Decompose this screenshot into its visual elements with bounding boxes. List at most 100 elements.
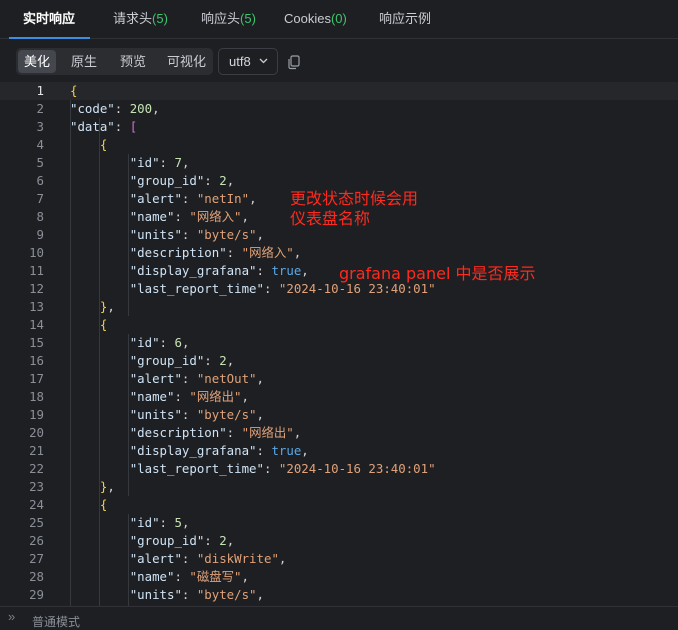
code-line: 4 {: [0, 136, 678, 154]
code-text: },: [99, 479, 115, 494]
tab-label: 响应头: [201, 11, 241, 26]
line-number: 22: [29, 461, 44, 476]
code-text: "id": 5,: [129, 515, 190, 530]
tab-count: (5): [240, 11, 256, 26]
line-number: 15: [29, 335, 44, 350]
line-number: 23: [29, 479, 44, 494]
view-preview-button[interactable]: 预览: [114, 50, 152, 73]
code-text: "data": [: [70, 119, 138, 134]
code-line: 14 {: [0, 316, 678, 334]
code-text: "description": "网络入",: [129, 245, 302, 260]
line-number: 2: [36, 101, 44, 116]
code-text: "description": "网络出",: [129, 425, 302, 440]
editor-scrollbar[interactable]: [670, 84, 676, 602]
code-text: "name": "磁盘写",: [129, 569, 249, 584]
line-number: 7: [36, 191, 44, 206]
line-number: 19: [29, 407, 44, 422]
status-bar: » 普通模式: [0, 606, 678, 629]
code-line: 28 "name": "磁盘写",: [0, 568, 678, 586]
code-text: "alert": "netOut",: [129, 371, 264, 386]
editor-mode: 普通模式: [32, 615, 81, 629]
annotation-name-note: 更改状态时候会用 仪表盘名称: [290, 189, 418, 229]
view-visualize-button[interactable]: 可视化: [162, 50, 211, 73]
encoding-select[interactable]: utf8: [218, 48, 278, 75]
annotation-line: 更改状态时候会用: [290, 189, 419, 208]
line-number: 3: [36, 119, 44, 134]
code-line: 2 "code": 200,: [0, 100, 678, 118]
code-line: 22 "last_report_time": "2024-10-16 23:40…: [0, 460, 678, 478]
code-text: "group_id": 2,: [129, 533, 235, 548]
code-text: "units": "byte/s",: [129, 227, 264, 242]
line-number: 8: [36, 209, 44, 224]
code-text: "units": "byte/s",: [129, 407, 264, 422]
encoding-value: utf8: [229, 54, 251, 69]
code-text: "name": "网络出",: [129, 389, 249, 404]
response-tabs: 实时响应 请求头(5) 响应头(5) Cookies(0) 响应示例: [0, 0, 678, 39]
tab-count: (5): [152, 11, 168, 26]
code-text: "group_id": 2,: [129, 353, 235, 368]
line-number: 12: [29, 281, 44, 296]
copy-icon[interactable]: [286, 54, 302, 70]
line-number: 9: [36, 227, 44, 242]
line-number: 14: [29, 317, 44, 332]
view-raw-button[interactable]: 原生: [65, 50, 103, 73]
code-text: "display_grafana": true,: [129, 263, 309, 278]
line-number: 18: [29, 389, 44, 404]
line-number: 26: [29, 533, 44, 548]
line-number: 11: [29, 263, 44, 278]
line-number: 13: [29, 299, 44, 314]
code-line: 10 "description": "网络入",: [0, 244, 678, 262]
code-line: 17 "alert": "netOut",: [0, 370, 678, 388]
code-text: },: [99, 299, 115, 314]
code-line: 21 "display_grafana": true,: [0, 442, 678, 460]
code-text: {: [99, 497, 108, 512]
tab-response-headers[interactable]: 响应头(5): [201, 0, 256, 38]
code-line: 16 "group_id": 2,: [0, 352, 678, 370]
tab-cookies[interactable]: Cookies(0): [284, 0, 347, 38]
line-number: 28: [29, 569, 44, 584]
code-text: "alert": "netIn",: [129, 191, 257, 206]
tab-label: 实时响应: [23, 11, 76, 26]
line-number: 5: [36, 155, 44, 170]
tab-count: (0): [330, 11, 347, 26]
code-line: 13 },: [0, 298, 678, 316]
tab-label: Cookies: [284, 11, 331, 26]
code-text: "name": "网络入",: [129, 209, 249, 224]
code-line: 27 "alert": "diskWrite",: [0, 550, 678, 568]
code-line: 6 "group_id": 2,: [0, 172, 678, 190]
line-number: 6: [36, 173, 44, 188]
code-line: 29 "units": "byte/s",: [0, 586, 678, 604]
tab-label: 响应示例: [379, 11, 432, 26]
line-number: 21: [29, 443, 44, 458]
code-text: "group_id": 2,: [129, 173, 235, 188]
tab-response-example[interactable]: 响应示例: [379, 0, 431, 38]
chevron-down-icon: [259, 58, 268, 64]
line-number: 20: [29, 425, 44, 440]
code-text: "code": 200,: [70, 101, 160, 116]
code-text: "display_grafana": true,: [129, 443, 309, 458]
json-response-editor[interactable]: 1{2 "code": 200, 3 "data": [4 {5 "id": 7, 6 …: [0, 82, 678, 606]
code-line: 18 "name": "网络出",: [0, 388, 678, 406]
code-text: "alert": "diskWrite",: [129, 551, 287, 566]
view-pretty-button[interactable]: 美化: [18, 50, 56, 73]
code-line: 3 "data": [: [0, 118, 678, 136]
code-text: {: [70, 83, 78, 98]
code-line: 20 "description": "网络出",: [0, 424, 678, 442]
view-mode-switch: 美化 原生 预览 可视化: [16, 48, 213, 75]
code-text: "units": "byte/s",: [129, 587, 264, 602]
code-line: 19 "units": "byte/s",: [0, 406, 678, 424]
code-text: "last_report_time": "2024-10-16 23:40:01…: [129, 461, 436, 476]
code-line: 1{: [0, 82, 678, 100]
line-number: 17: [29, 371, 44, 386]
chevrons-right-icon[interactable]: »: [8, 609, 15, 624]
line-number: 1: [36, 83, 44, 98]
code-line: 26 "group_id": 2,: [0, 532, 678, 550]
code-text: {: [99, 137, 108, 152]
tab-request-headers[interactable]: 请求头(5): [113, 0, 168, 38]
annotation-line: 仪表盘名称: [290, 209, 371, 228]
line-number: 27: [29, 551, 44, 566]
tab-live-response[interactable]: 实时响应: [8, 0, 91, 39]
annotation-grafana-note: grafana panel 中是否展示: [339, 264, 536, 283]
line-number: 29: [29, 587, 44, 602]
line-number: 16: [29, 353, 44, 368]
